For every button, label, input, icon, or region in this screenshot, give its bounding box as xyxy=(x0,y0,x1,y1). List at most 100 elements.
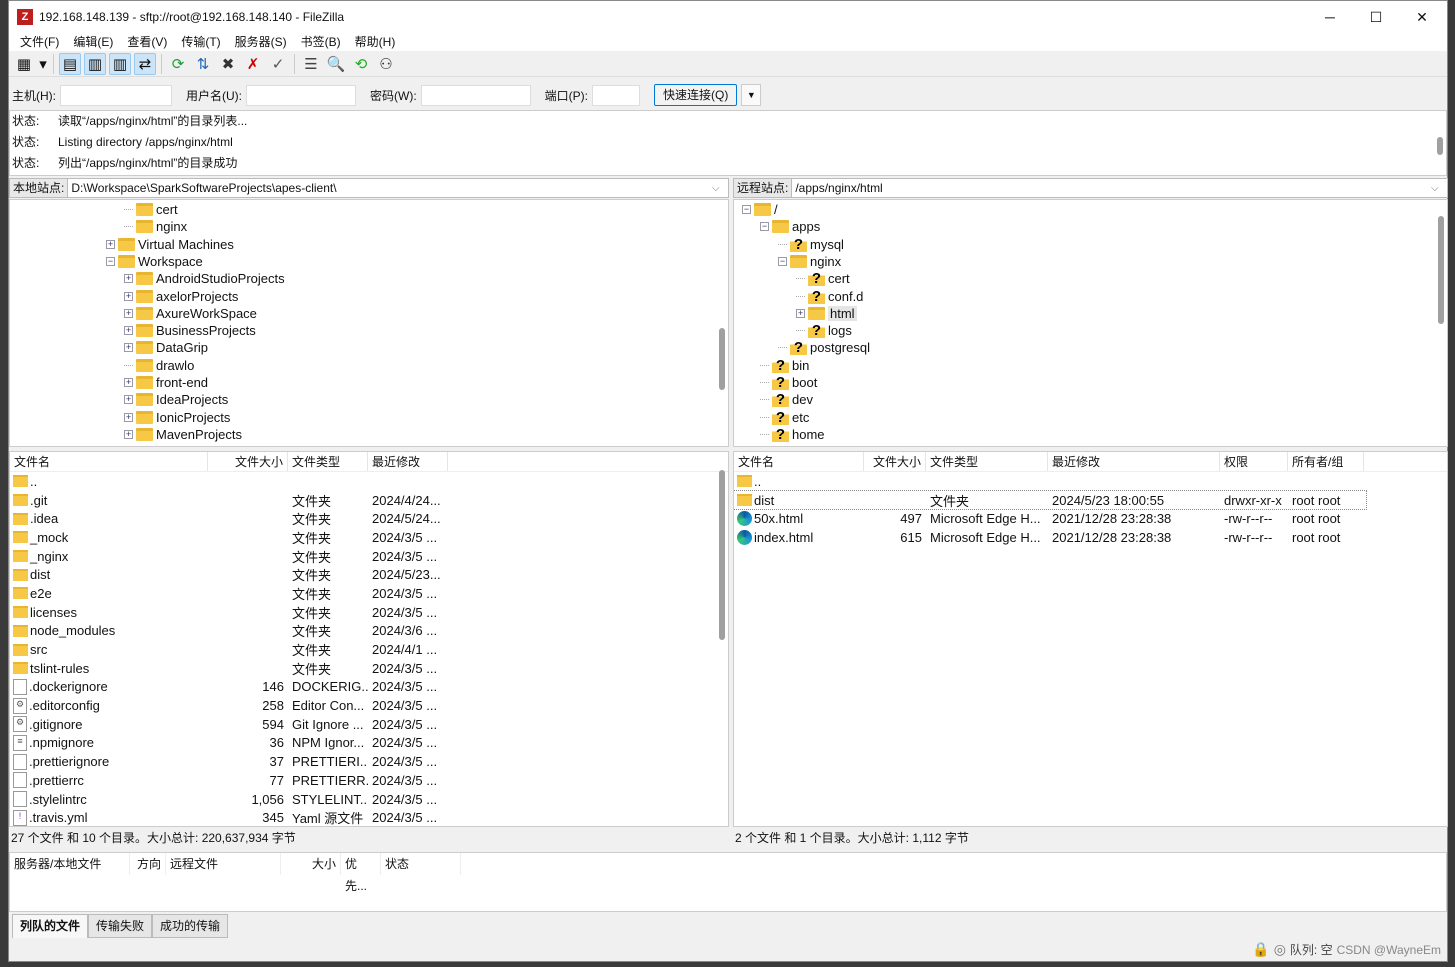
tree-line[interactable] xyxy=(760,382,769,383)
filter-icon[interactable]: ☰ xyxy=(300,53,322,75)
tree-node[interactable]: + front-end xyxy=(124,374,208,391)
tree-node[interactable]: nginx xyxy=(124,218,187,235)
expand-icon[interactable]: + xyxy=(796,308,805,318)
tree-node[interactable]: drawlo xyxy=(124,357,194,374)
file-row[interactable]: .prettierrc 77 PRETTIERR...2024/3/5 ... xyxy=(10,771,728,790)
cancel-icon[interactable]: ✖ xyxy=(217,53,239,75)
log-scrollbar[interactable] xyxy=(1437,137,1443,155)
tree-line[interactable] xyxy=(778,347,787,349)
tree-node[interactable]: + IonicProjects xyxy=(124,409,230,426)
tree-node[interactable]: + axelorProjects xyxy=(124,288,238,305)
site-manager-dropdown-icon[interactable]: ▾ xyxy=(38,53,48,75)
tree-node[interactable]: + Virtual Machines xyxy=(106,236,234,253)
column-header[interactable]: 最近修改 xyxy=(1048,452,1220,471)
column-header[interactable]: 文件大小 xyxy=(864,452,926,471)
close-button[interactable]: ✕ xyxy=(1399,1,1445,33)
column-header[interactable]: 文件类型 xyxy=(926,452,1048,471)
file-row[interactable]: 50x.html 497 Microsoft Edge H... 2021/12/28… xyxy=(734,509,1447,528)
menu-item[interactable]: 服务器(S) xyxy=(228,33,294,51)
chevron-down-icon[interactable]: ⌵ xyxy=(1431,183,1447,194)
local-list-scrollbar[interactable] xyxy=(719,470,725,640)
tree-node[interactable]: ? dev xyxy=(760,391,813,408)
tree-node[interactable]: cert xyxy=(124,201,178,218)
file-row[interactable]: .prettierignore 37 PRETTIERI... 2024/3/5 ..… xyxy=(10,752,728,771)
tree-line[interactable] xyxy=(124,209,133,210)
toggle-transfer-queue-icon[interactable]: ⇄ xyxy=(134,52,156,75)
toggle-local-tree-icon[interactable]: ▥ xyxy=(84,52,106,75)
expand-icon[interactable]: + xyxy=(124,343,133,353)
remote-path-input[interactable]: /apps/nginx/html xyxy=(792,181,1431,195)
tree-node[interactable]: ? postgresql xyxy=(778,339,870,356)
file-row[interactable]: .. xyxy=(10,472,728,491)
column-header[interactable]: 文件大小 xyxy=(208,452,288,471)
toggle-message-log-icon[interactable]: ▤ xyxy=(59,52,81,75)
column-header[interactable]: 文件类型 xyxy=(288,452,368,471)
password-input[interactable] xyxy=(420,84,531,106)
local-path-input[interactable]: D:\Workspace\SparkSoftwareProjects\apes-… xyxy=(68,181,712,195)
tree-line[interactable] xyxy=(760,399,769,401)
chevron-down-icon[interactable]: ⌵ xyxy=(712,183,728,194)
queue-tab[interactable]: 传输失败 xyxy=(88,914,153,938)
quickconnect-dropdown-icon[interactable]: ▼ xyxy=(741,84,762,106)
queue-column-header[interactable]: 状态 xyxy=(381,853,461,875)
file-row[interactable]: _mock 文件夹 2024/3/5 ... xyxy=(10,528,728,547)
tree-node[interactable]: ? cert xyxy=(796,270,850,287)
tree-node[interactable]: + MavenProjects xyxy=(124,426,242,443)
quickconnect-button[interactable]: 快速连接(Q) xyxy=(654,84,738,106)
expand-icon[interactable]: + xyxy=(124,378,133,387)
column-header[interactable]: 文件名 xyxy=(734,452,864,471)
file-row[interactable]: .stylelintrc 1,056 STYLELINT... 2024/3/5 ..… xyxy=(10,790,728,809)
tree-node[interactable]: − nginx xyxy=(778,253,841,270)
tree-node[interactable]: + html xyxy=(796,305,857,322)
expand-icon[interactable]: + xyxy=(124,274,133,284)
maximize-button[interactable]: ☐ xyxy=(1353,1,1399,33)
tree-node[interactable]: + BusinessProjects xyxy=(124,322,256,339)
site-manager-icon[interactable]: ▦ xyxy=(13,53,35,75)
tree-node[interactable]: ? conf.d xyxy=(796,288,863,305)
process-queue-icon[interactable]: ⇅ xyxy=(192,53,214,75)
collapse-icon[interactable]: − xyxy=(742,205,751,214)
collapse-icon[interactable]: − xyxy=(760,222,769,232)
file-row[interactable]: .dockerignore 146 DOCKERIG... 2024/3/5 ... xyxy=(10,678,728,697)
tree-line[interactable] xyxy=(760,416,769,418)
expand-icon[interactable]: + xyxy=(124,395,133,405)
file-row[interactable]: .idea 文件夹 2024/5/24... xyxy=(10,509,728,528)
tree-node[interactable]: ? boot xyxy=(760,374,817,391)
menu-item[interactable]: 传输(T) xyxy=(174,33,227,51)
menu-item[interactable]: 文件(F) xyxy=(13,33,66,51)
tree-line[interactable] xyxy=(760,433,769,435)
column-header[interactable]: 文件名 xyxy=(10,452,208,471)
file-row[interactable]: _nginx 文件夹 2024/3/5 ... xyxy=(10,547,728,566)
username-input[interactable] xyxy=(246,84,356,106)
tree-node[interactable]: + DataGrip xyxy=(124,339,208,356)
file-row[interactable]: e2e 文件夹 2024/3/5 ... xyxy=(10,584,728,603)
toggle-remote-tree-icon[interactable]: ▥ xyxy=(109,52,131,75)
file-row[interactable]: .. xyxy=(734,472,1447,491)
tree-line[interactable] xyxy=(796,278,805,280)
file-row[interactable]: dist 文件夹 2024/5/23... xyxy=(10,565,728,584)
tree-line[interactable] xyxy=(778,243,787,245)
menu-item[interactable]: 查看(V) xyxy=(120,33,174,51)
search-icon[interactable]: ⚇ xyxy=(375,53,397,75)
queue-column-header[interactable]: 优先... xyxy=(341,853,381,893)
local-tree-scrollbar[interactable] xyxy=(719,328,725,390)
expand-icon[interactable]: + xyxy=(124,326,133,336)
queue-column-header[interactable]: 远程文件 xyxy=(166,853,281,875)
expand-icon[interactable]: + xyxy=(106,239,115,249)
queue-column-header[interactable]: 大小 xyxy=(281,853,341,875)
port-input[interactable] xyxy=(592,84,640,106)
tree-node[interactable]: + AxureWorkSpace xyxy=(124,305,257,322)
tree-node[interactable]: − / xyxy=(742,201,778,218)
reconnect-icon[interactable]: ✓ xyxy=(267,53,289,75)
tree-node[interactable]: ? logs xyxy=(796,322,852,339)
file-row[interactable]: ≡ .npmignore 36 NPM Ignor... 2024/3/5 ... xyxy=(10,734,728,753)
tree-line[interactable] xyxy=(760,364,769,366)
minimize-button[interactable]: ─ xyxy=(1307,1,1353,33)
tree-node[interactable]: + IdeaProjects xyxy=(124,391,228,408)
tree-line[interactable] xyxy=(124,364,133,366)
speed-limit-icon[interactable]: ◎ xyxy=(1274,941,1286,958)
file-row[interactable]: ! .travis.yml 345 Yaml 源文件 2024/3/5 ... xyxy=(10,808,728,826)
file-row[interactable]: node_modules 文件夹 2024/3/6 ... xyxy=(10,622,728,641)
column-header[interactable]: 最近修改 xyxy=(368,452,448,471)
file-row[interactable]: dist 文件夹 2024/5/23 18:00:55 drwxr-xr-x root … xyxy=(734,489,1367,511)
